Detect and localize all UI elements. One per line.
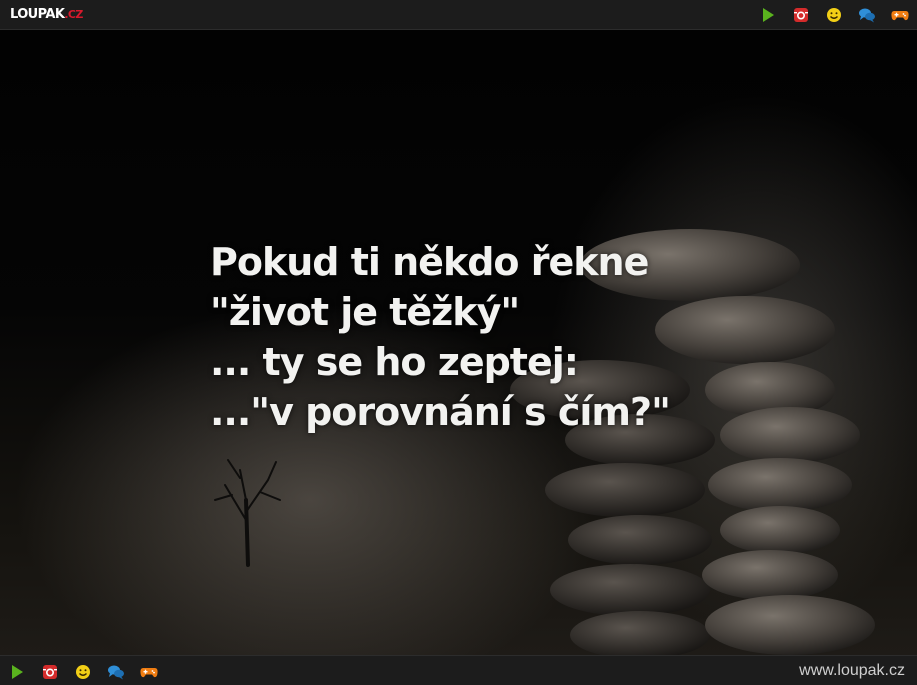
quote-text: Pokud ti někdo řekne "život je těžký" ..… bbox=[210, 237, 671, 437]
site-url-link[interactable]: www.loupak.cz bbox=[799, 662, 905, 680]
top-bar: LOUPAK.CZ bbox=[0, 0, 917, 30]
chat-icon[interactable] bbox=[858, 6, 876, 24]
top-icon-nav bbox=[744, 6, 909, 24]
quote-line: ..."v porovnání s čím?" bbox=[210, 390, 671, 434]
bottom-bar: www.loupak.cz bbox=[0, 655, 917, 685]
logo-tld-text: .CZ bbox=[64, 8, 83, 21]
gamepad-icon[interactable] bbox=[140, 663, 158, 681]
meme-image: Pokud ti někdo řekne "život je těžký" ..… bbox=[0, 30, 917, 655]
instagram-icon[interactable] bbox=[792, 6, 810, 24]
chat-icon[interactable] bbox=[107, 663, 125, 681]
quote-line: Pokud ti někdo řekne bbox=[210, 240, 649, 284]
instagram-icon[interactable] bbox=[41, 663, 59, 681]
site-logo[interactable]: LOUPAK.CZ bbox=[10, 7, 83, 23]
logo-main-text: LOUPAK bbox=[10, 7, 65, 22]
gamepad-icon[interactable] bbox=[891, 6, 909, 24]
smiley-icon[interactable] bbox=[825, 6, 843, 24]
quote-line: ... ty se ho zeptej: bbox=[210, 340, 579, 384]
play-icon[interactable] bbox=[759, 6, 777, 24]
quote-line: "život je těžký" bbox=[210, 290, 520, 334]
smiley-icon[interactable] bbox=[74, 663, 92, 681]
bottom-icon-nav bbox=[8, 663, 173, 681]
play-icon[interactable] bbox=[8, 663, 26, 681]
